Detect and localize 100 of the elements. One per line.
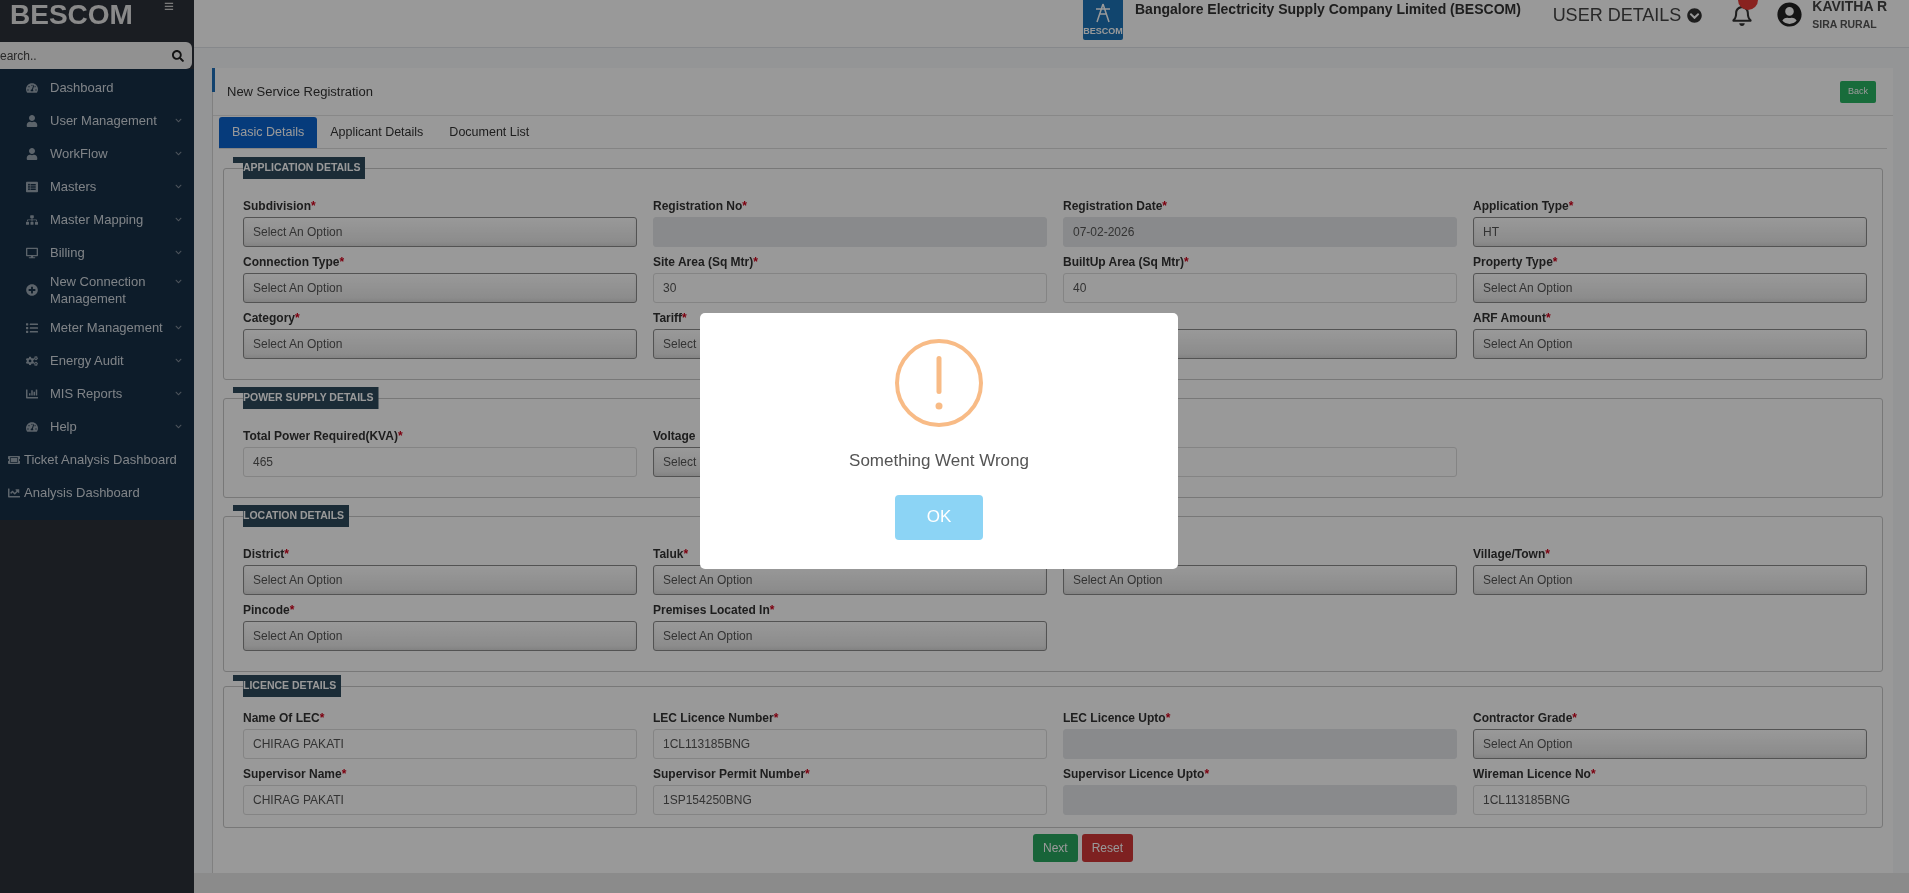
field-label: Category* <box>243 311 300 325</box>
logo-text: BESCOM <box>10 0 133 30</box>
sitemap-icon <box>26 213 38 226</box>
sidebar-item[interactable]: Master Mapping <box>0 203 194 236</box>
field-label: Wireman Licence No* <box>1473 767 1596 781</box>
chevron-icon <box>175 183 182 190</box>
input-field[interactable]: CHIRAG PAKATI <box>243 729 637 759</box>
field-label: Registration Date* <box>1063 199 1168 213</box>
field-label: Premises Located In* <box>653 603 775 617</box>
select-field[interactable]: Select An Option <box>1473 565 1867 595</box>
chevron-icon <box>175 278 182 285</box>
field-label: Supervisor Name* <box>243 767 347 781</box>
dialog-message: Something Went Wrong <box>849 450 1029 472</box>
select-field[interactable]: Select An Option <box>243 565 637 595</box>
search-icon[interactable] <box>172 50 184 62</box>
sidebar-item[interactable]: New Connection Management <box>0 269 194 311</box>
field-label: Supervisor Licence Upto* <box>1063 767 1210 781</box>
input-field[interactable]: CHIRAG PAKATI <box>243 785 637 815</box>
select-field[interactable]: Select An Option <box>1473 273 1867 303</box>
sidebar-item[interactable]: Help <box>0 410 194 443</box>
select-field[interactable]: Select An Option <box>1063 565 1457 595</box>
sidebar-item[interactable]: WorkFlow <box>0 137 194 170</box>
field-label: Voltage <box>653 429 696 443</box>
section-title: LICENCE DETAILS <box>233 675 342 697</box>
select-field[interactable]: Select An Option <box>243 217 637 247</box>
chevron-icon <box>175 390 182 397</box>
company-logo: BESCOM <box>1083 0 1123 40</box>
field-label: Name Of LEC* <box>243 711 325 725</box>
gauge-icon <box>26 81 38 94</box>
field-label: BuiltUp Area (Sq Mtr)* <box>1063 255 1189 269</box>
field-label: LEC Licence Number* <box>653 711 779 725</box>
monitor-icon <box>26 246 38 259</box>
select-field[interactable]: Select An Option <box>653 621 1047 651</box>
field-label: Application Type* <box>1473 199 1574 213</box>
input-field[interactable]: 1CL113185BNG <box>1473 785 1867 815</box>
input-field[interactable]: 30 <box>653 273 1047 303</box>
avatar-icon[interactable] <box>1777 2 1803 27</box>
user-icon <box>26 147 38 160</box>
chevron-icon <box>175 150 182 157</box>
next-button[interactable]: Next <box>1032 834 1078 862</box>
tag-icon <box>8 453 20 466</box>
user-details-menu[interactable]: USER DETAILS <box>1552 3 1703 27</box>
bar-chart-icon <box>26 387 38 400</box>
field-label: Property Type* <box>1473 255 1558 269</box>
company-title: Bangalore Electricity Supply Company Limited (BESCOM) <box>1135 1 1521 17</box>
field-label: District* <box>243 547 289 561</box>
gears-icon <box>26 354 38 367</box>
tab[interactable]: Basic Details <box>219 117 318 148</box>
section-title: POWER SUPPLY DETAILS <box>233 387 379 409</box>
gauge-icon <box>26 420 38 433</box>
user-name: KAVITHA R <box>1812 0 1887 14</box>
chevron-icon <box>175 249 182 256</box>
field-label: ARF Amount* <box>1473 311 1551 325</box>
sidebar-item[interactable]: Energy Audit <box>0 344 194 377</box>
input-field[interactable]: 465 <box>243 447 637 477</box>
sidebar-item[interactable]: Ticket Analysis Dashboard <box>0 443 194 476</box>
warning-icon <box>894 338 984 428</box>
tab[interactable]: Document List <box>436 117 543 148</box>
field-label: Subdivision* <box>243 199 316 213</box>
reset-button[interactable]: Reset <box>1081 834 1133 862</box>
chevron-icon <box>175 357 182 364</box>
tab[interactable]: Applicant Details <box>317 117 437 148</box>
field-label: Connection Type* <box>243 255 345 269</box>
chevron-icon <box>1687 7 1703 23</box>
field-label: Tariff* <box>653 311 687 325</box>
sidebar-item[interactable]: User Management <box>0 104 194 137</box>
select-field[interactable]: Select An Option <box>243 273 637 303</box>
sidebar-item[interactable]: Billing <box>0 236 194 269</box>
sidebar-item[interactable]: Dashboard <box>0 71 194 104</box>
sidebar-item[interactable]: MIS Reports <box>0 377 194 410</box>
sidebar-item[interactable]: Meter Management <box>0 311 194 344</box>
chevron-icon <box>175 117 182 124</box>
field-label: Pincode* <box>243 603 295 617</box>
field-label: Contractor Grade* <box>1473 711 1578 725</box>
input-field[interactable]: 1CL113185BNG <box>653 729 1047 759</box>
menu-toggle[interactable]: ≡ <box>164 0 174 15</box>
back-button[interactable]: Back <box>1840 80 1876 103</box>
line-chart-icon <box>8 486 20 499</box>
input-field[interactable]: 40 <box>1063 273 1457 303</box>
chevron-icon <box>175 216 182 223</box>
select-field[interactable]: Select An Option <box>243 621 637 651</box>
input-field[interactable]: 1SP154250BNG <box>653 785 1047 815</box>
field-label: Site Area (Sq Mtr)* <box>653 255 758 269</box>
field-label: Village/Town* <box>1473 547 1550 561</box>
section-title: LOCATION DETAILS <box>233 505 350 527</box>
user-icon <box>26 114 38 127</box>
sidebar-item[interactable]: Masters <box>0 170 194 203</box>
field-label: Supervisor Permit Number* <box>653 767 810 781</box>
section-title: APPLICATION DETAILS <box>233 157 366 179</box>
select-field[interactable]: Select An Option <box>1473 729 1867 759</box>
sidebar-item[interactable]: Analysis Dashboard <box>0 476 194 509</box>
select-field[interactable]: Select An Option <box>1473 329 1867 359</box>
search-field[interactable]: earch.. <box>0 42 192 69</box>
select-field[interactable]: HT <box>1473 217 1867 247</box>
field-label: Total Power Required(KVA)* <box>243 429 403 443</box>
select-field[interactable]: Select An Option <box>243 329 637 359</box>
chevron-icon <box>175 423 182 430</box>
page-title: New Service Registration <box>227 82 373 101</box>
user-location: SIRA RURAL <box>1812 17 1878 31</box>
field-label: Taluk* <box>653 547 689 561</box>
